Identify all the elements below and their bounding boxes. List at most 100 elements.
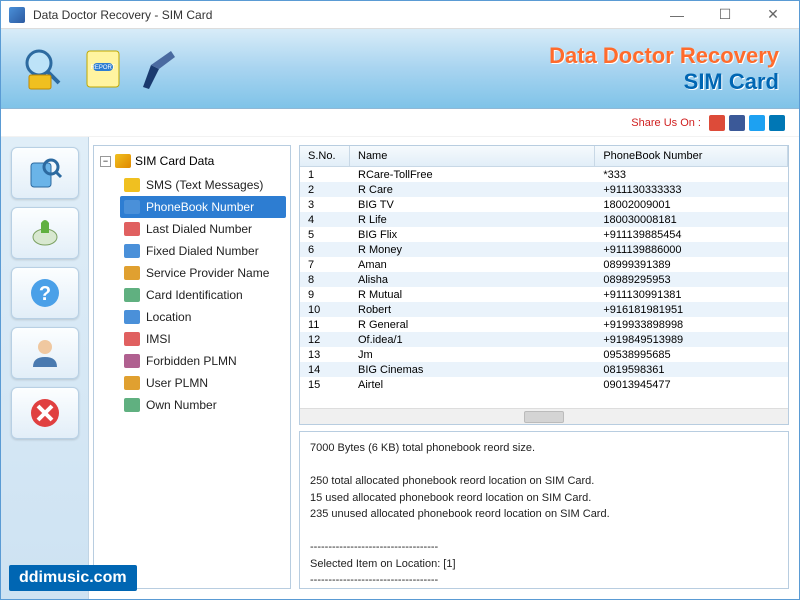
cell-name: R Life xyxy=(350,212,595,227)
maximize-button[interactable]: ☐ xyxy=(707,5,743,25)
share-icon[interactable] xyxy=(769,115,785,131)
cell-name: BIG TV xyxy=(350,197,595,212)
cell-number: 0819598361 xyxy=(595,362,788,377)
banner-graphics: REPORT xyxy=(21,45,185,93)
cell-name: BIG Cinemas xyxy=(350,362,595,377)
tree-item-icon xyxy=(124,200,140,214)
tree-item-icon xyxy=(124,178,140,192)
cell-sno: 3 xyxy=(300,197,350,212)
cell-number: *333 xyxy=(595,167,788,182)
cell-name: Robert xyxy=(350,302,595,317)
cell-name: R General xyxy=(350,317,595,332)
help-button[interactable]: ? xyxy=(11,267,79,319)
grid-header: S.No. Name PhoneBook Number xyxy=(300,146,788,167)
tree-item[interactable]: User PLMN xyxy=(120,372,286,394)
table-row[interactable]: 12Of.idea/1+919849513989 xyxy=(300,332,788,347)
tree-item-icon xyxy=(124,222,140,236)
cell-name: R Mutual xyxy=(350,287,595,302)
table-row[interactable]: 7Aman08999391389 xyxy=(300,257,788,272)
cell-sno: 2 xyxy=(300,182,350,197)
magnifier-sim-icon xyxy=(21,45,69,93)
col-name[interactable]: Name xyxy=(350,146,595,166)
cell-name: Jm xyxy=(350,347,595,362)
sim-data-tree[interactable]: − SIM Card Data SMS (Text Messages) Phone… xyxy=(93,145,291,589)
cell-name: Aman xyxy=(350,257,595,272)
scroll-thumb[interactable] xyxy=(524,411,564,423)
tree-item[interactable]: Last Dialed Number xyxy=(120,218,286,240)
minimize-button[interactable]: — xyxy=(659,5,695,25)
tree-item[interactable]: IMSI xyxy=(120,328,286,350)
scan-sim-button[interactable] xyxy=(11,147,79,199)
cell-number: 09538995685 xyxy=(595,347,788,362)
cell-number: +911139886000 xyxy=(595,242,788,257)
table-row[interactable]: 9R Mutual+911130991381 xyxy=(300,287,788,302)
cell-name: BIG Flix xyxy=(350,227,595,242)
tree-root[interactable]: − SIM Card Data xyxy=(98,152,286,170)
cancel-close-button[interactable] xyxy=(11,387,79,439)
tree-item-label: Fixed Dialed Number xyxy=(146,244,259,258)
close-button[interactable]: ✕ xyxy=(755,5,791,25)
details-sep2: ----------------------------------- xyxy=(310,574,438,586)
table-row[interactable]: 2R Care+911130333333 xyxy=(300,182,788,197)
cell-sno: 15 xyxy=(300,377,350,392)
details-line3: 15 used allocated phonebook reord locati… xyxy=(310,492,591,504)
table-row[interactable]: 3BIG TV18002009001 xyxy=(300,197,788,212)
tree-item[interactable]: Location xyxy=(120,306,286,328)
horizontal-scrollbar[interactable] xyxy=(300,408,788,424)
share-label: Share Us On : xyxy=(631,117,701,129)
tree-item[interactable]: SMS (Text Messages) xyxy=(120,174,286,196)
content-area: − SIM Card Data SMS (Text Messages) Phone… xyxy=(89,137,799,599)
tree-item[interactable]: Forbidden PLMN xyxy=(120,350,286,372)
banner-title-1: Data Doctor Recovery xyxy=(549,43,779,69)
cell-number: 180030008181 xyxy=(595,212,788,227)
table-row[interactable]: 5BIG Flix+911139885454 xyxy=(300,227,788,242)
main-area: ? − SIM Card Data SMS (Text Messages) Pho… xyxy=(1,137,799,599)
cell-name: R Money xyxy=(350,242,595,257)
details-line4: 235 unused allocated phonebook reord loc… xyxy=(310,508,610,520)
tree-item-label: Own Number xyxy=(146,398,217,412)
tree-item[interactable]: PhoneBook Number xyxy=(120,196,286,218)
table-row[interactable]: 11R General+919933898998 xyxy=(300,317,788,332)
save-export-button[interactable] xyxy=(11,207,79,259)
col-sno[interactable]: S.No. xyxy=(300,146,350,166)
cell-number: 08999391389 xyxy=(595,257,788,272)
tree-item[interactable]: Own Number xyxy=(120,394,286,416)
cell-name: R Care xyxy=(350,182,595,197)
cell-sno: 10 xyxy=(300,302,350,317)
cell-name: Alisha xyxy=(350,272,595,287)
table-row[interactable]: 6R Money+911139886000 xyxy=(300,242,788,257)
collapse-icon[interactable]: − xyxy=(100,156,111,167)
details-pane: 7000 Bytes (6 KB) total phonebook reord … xyxy=(299,431,789,589)
twitter-icon[interactable] xyxy=(749,115,765,131)
tree-item-label: Card Identification xyxy=(146,288,243,302)
tree-item-icon xyxy=(124,310,140,324)
tree-item-label: IMSI xyxy=(146,332,171,346)
svg-text:?: ? xyxy=(38,283,50,305)
cell-number: +911130333333 xyxy=(595,182,788,197)
tree-item[interactable]: Card Identification xyxy=(120,284,286,306)
tree-item-label: SMS (Text Messages) xyxy=(146,178,263,192)
table-row[interactable]: 4R Life180030008181 xyxy=(300,212,788,227)
table-row[interactable]: 15Airtel09013945477 xyxy=(300,377,788,392)
grid-body[interactable]: 1RCare-TollFree*3332R Care+9111303333333… xyxy=(300,167,788,408)
user-profile-button[interactable] xyxy=(11,327,79,379)
table-row[interactable]: 1RCare-TollFree*333 xyxy=(300,167,788,182)
facebook-icon[interactable] xyxy=(729,115,745,131)
details-line2: 250 total allocated phonebook reord loca… xyxy=(310,475,594,487)
googleplus-icon[interactable] xyxy=(709,115,725,131)
tree-item[interactable]: Service Provider Name xyxy=(120,262,286,284)
table-row[interactable]: 14BIG Cinemas0819598361 xyxy=(300,362,788,377)
tree-item-icon xyxy=(124,354,140,368)
report-note-icon: REPORT xyxy=(79,45,127,93)
table-row[interactable]: 10Robert+916181981951 xyxy=(300,302,788,317)
table-row[interactable]: 8Alisha08989295953 xyxy=(300,272,788,287)
table-row[interactable]: 13Jm09538995685 xyxy=(300,347,788,362)
details-selected: Selected Item on Location: [1] xyxy=(310,558,456,570)
col-number[interactable]: PhoneBook Number xyxy=(595,146,788,166)
tree-item[interactable]: Fixed Dialed Number xyxy=(120,240,286,262)
cell-number: +919933898998 xyxy=(595,317,788,332)
cell-number: 09013945477 xyxy=(595,377,788,392)
cell-sno: 4 xyxy=(300,212,350,227)
window-controls: — ☐ ✕ xyxy=(659,5,791,25)
cell-name: Of.idea/1 xyxy=(350,332,595,347)
